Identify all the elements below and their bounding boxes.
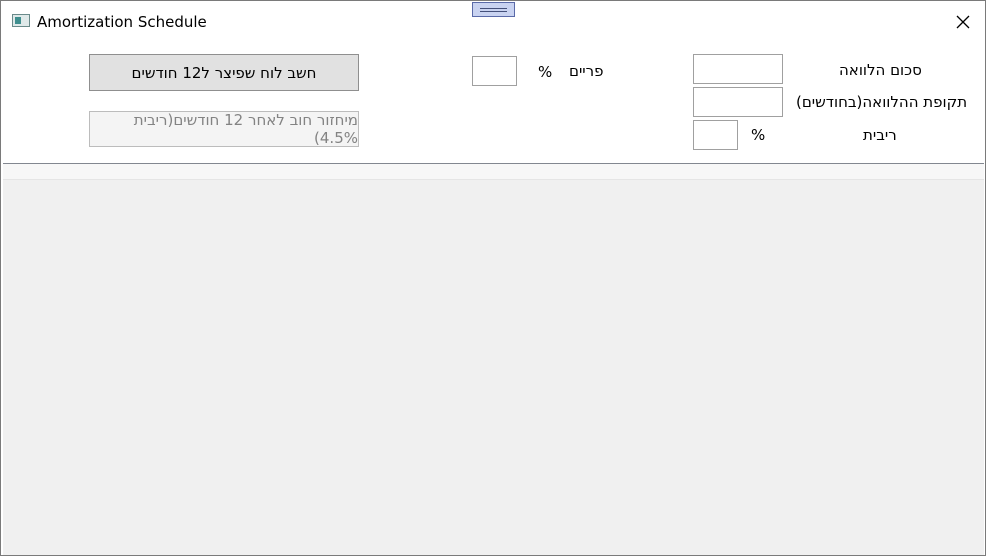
calculate-schedule-button[interactable]: חשב לוח שפיצר ל12 חודשים <box>89 54 359 91</box>
loan-amount-label: סכום הלוואה <box>839 61 922 79</box>
app-window: Amortization Schedule סכום הלוואה תקופת … <box>0 0 986 556</box>
schedule-grid[interactable] <box>3 163 984 555</box>
prime-label: פריים <box>569 62 604 80</box>
interest-label: ריבית <box>863 126 897 144</box>
loan-amount-input[interactable] <box>693 54 783 84</box>
window-title: Amortization Schedule <box>37 13 207 31</box>
schedule-grid-header <box>3 164 984 180</box>
interest-input[interactable] <box>693 120 738 150</box>
app-icon <box>12 14 30 27</box>
title-bar[interactable]: Amortization Schedule <box>1 1 985 41</box>
close-button[interactable] <box>947 7 979 37</box>
interest-percent-sign: % <box>751 126 766 144</box>
prime-input[interactable] <box>472 56 517 86</box>
drag-handle-icon[interactable] <box>472 2 515 17</box>
prime-percent-sign: % <box>538 63 553 81</box>
debt-recycle-label: מיחזור חוב לאחר 12 חודשים(ריבית 4.5%) <box>133 111 358 147</box>
debt-recycle-button[interactable]: מיחזור חוב לאחר 12 חודשים(ריבית 4.5%) <box>89 111 359 147</box>
calculate-schedule-label: חשב לוח שפיצר ל12 חודשים <box>131 63 317 82</box>
loan-period-input[interactable] <box>693 87 783 117</box>
loan-period-label: תקופת ההלוואה(בחודשים) <box>796 93 968 111</box>
close-icon <box>956 15 970 29</box>
